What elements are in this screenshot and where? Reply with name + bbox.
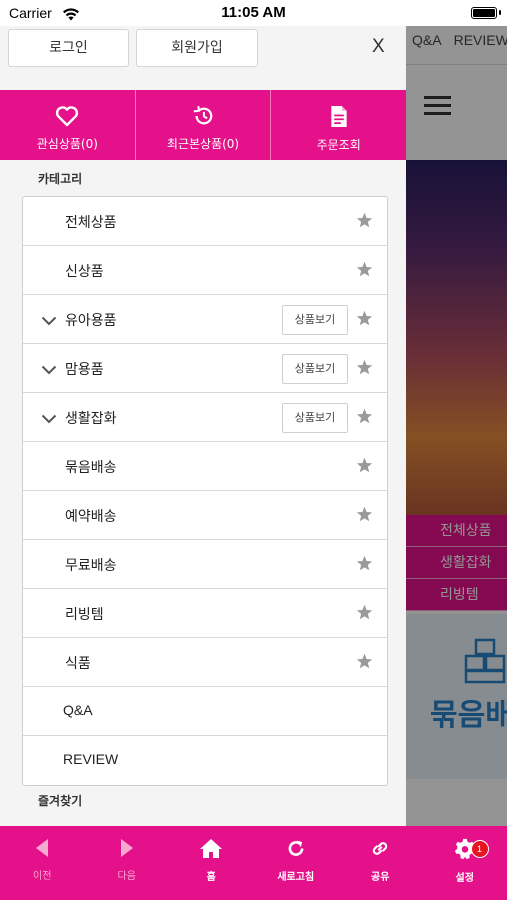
- star-icon[interactable]: [356, 457, 373, 477]
- tab-label: 이전: [33, 871, 52, 882]
- tab-label: 설정: [455, 873, 474, 884]
- signup-button[interactable]: 회원가입: [136, 29, 258, 67]
- battery-cap: [499, 10, 501, 15]
- order-lookup-link[interactable]: 주문조회: [271, 90, 406, 160]
- category-label: 생활잡화: [65, 411, 117, 427]
- star-icon[interactable]: [356, 359, 373, 379]
- view-products-button[interactable]: 상품보기: [282, 403, 348, 433]
- forward-arrow-icon: [119, 839, 135, 862]
- view-products-button[interactable]: 상품보기: [282, 305, 348, 335]
- category-label: 전체상품: [65, 215, 117, 231]
- wishlist-label: 관심상품(0): [36, 137, 98, 151]
- star-icon[interactable]: [356, 408, 373, 428]
- category-item[interactable]: 식품: [23, 638, 387, 687]
- category-item[interactable]: 묶음배송: [23, 442, 387, 491]
- view-products-button[interactable]: 상품보기: [282, 354, 348, 384]
- refresh-icon: [285, 840, 307, 863]
- clock: 11:05 AM: [221, 4, 286, 21]
- category-label: 예약배송: [65, 509, 117, 525]
- history-icon: [191, 105, 215, 131]
- tab-home[interactable]: 홈: [169, 826, 254, 900]
- close-button[interactable]: X: [372, 36, 385, 58]
- category-label: 맘용품: [65, 362, 104, 378]
- category-item[interactable]: 무료배송: [23, 540, 387, 589]
- category-item[interactable]: REVIEW: [23, 736, 387, 785]
- category-item[interactable]: 생활잡화 상품보기: [23, 393, 387, 442]
- star-icon[interactable]: [356, 261, 373, 281]
- star-icon[interactable]: [356, 604, 373, 624]
- category-label: 묶음배송: [65, 460, 117, 476]
- category-item[interactable]: 맘용품 상품보기: [23, 344, 387, 393]
- tab-label: 다음: [117, 871, 136, 882]
- category-list: 전체상품 신상품 유아용품 상품보기 맘용품 상품보기 생활잡화 상품보기 묶음…: [22, 196, 388, 786]
- category-section-title: 카테고리: [38, 172, 83, 186]
- quick-links-bar: 관심상품(0) 최근본상품(0) 주문조회: [0, 90, 406, 160]
- auth-row: 로그인 회원가입 X: [0, 26, 406, 90]
- category-label: 무료배송: [65, 558, 117, 574]
- tab-label: 홈: [206, 872, 216, 883]
- star-icon[interactable]: [356, 506, 373, 526]
- category-item[interactable]: 리빙템: [23, 589, 387, 638]
- battery-icon: [471, 7, 497, 19]
- chevron-down-icon[interactable]: [41, 409, 57, 428]
- category-label: Q&A: [63, 702, 93, 718]
- back-arrow-icon: [34, 839, 50, 862]
- login-button[interactable]: 로그인: [8, 29, 129, 67]
- tab-settings[interactable]: 1 설정: [423, 826, 507, 900]
- category-label: 신상품: [65, 264, 104, 280]
- tab-label: 새로고침: [277, 872, 315, 883]
- tab-forward[interactable]: 다음: [85, 826, 170, 900]
- category-item[interactable]: 예약배송: [23, 491, 387, 540]
- share-link-icon: [369, 842, 391, 863]
- chevron-down-icon[interactable]: [41, 311, 57, 330]
- tab-refresh[interactable]: 새로고침: [254, 826, 339, 900]
- order-lookup-label: 주문조회: [316, 138, 361, 152]
- tab-label: 공유: [371, 872, 390, 883]
- document-icon: [329, 105, 349, 132]
- recent-products-label: 최근본상품(0): [166, 137, 240, 151]
- star-icon[interactable]: [356, 310, 373, 330]
- wishlist-link[interactable]: 관심상품(0): [0, 90, 136, 160]
- recent-products-link[interactable]: 최근본상품(0): [136, 90, 272, 160]
- tab-share[interactable]: 공유: [338, 826, 423, 900]
- dim-overlay[interactable]: [406, 26, 507, 826]
- tab-back[interactable]: 이전: [0, 826, 85, 900]
- heart-icon: [55, 106, 79, 131]
- category-label: 식품: [65, 656, 91, 672]
- star-icon[interactable]: [356, 555, 373, 575]
- category-label: 리빙템: [65, 607, 104, 623]
- category-label: REVIEW: [63, 751, 119, 767]
- chevron-down-icon[interactable]: [41, 360, 57, 379]
- category-item[interactable]: Q&A: [23, 687, 387, 736]
- bottom-tab-bar: 이전 다음 홈 새로고침 공유 1 설정: [0, 826, 507, 900]
- status-bar: Carrier 11:05 AM: [0, 0, 507, 26]
- category-item[interactable]: 유아용품 상품보기: [23, 295, 387, 344]
- star-icon[interactable]: [356, 653, 373, 673]
- favorites-section-title: 즐겨찾기: [38, 794, 83, 808]
- home-icon: [199, 839, 223, 863]
- side-drawer: 로그인 회원가입 X 관심상품(0) 최근본상품(0) 주문조회 카테고리 전체…: [0, 26, 406, 826]
- category-item[interactable]: 전체상품: [23, 197, 387, 246]
- notification-badge: 1: [470, 840, 489, 858]
- category-item[interactable]: 신상품: [23, 246, 387, 295]
- category-label: 유아용품: [65, 313, 117, 329]
- star-icon[interactable]: [356, 212, 373, 232]
